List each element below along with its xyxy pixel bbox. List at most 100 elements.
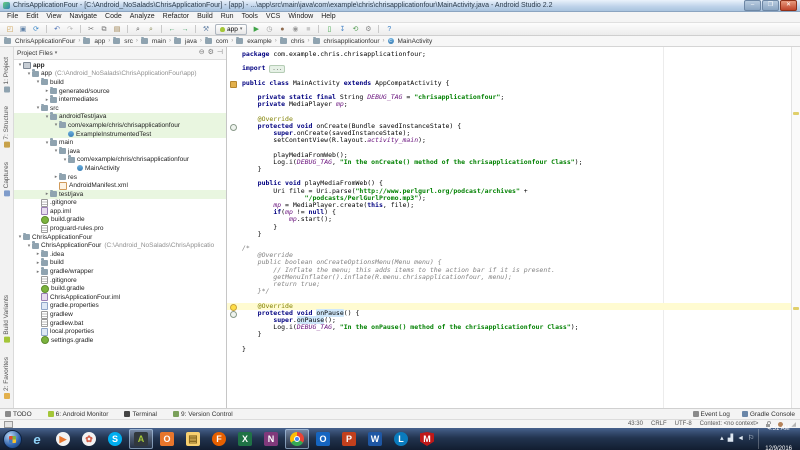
hide-panel-icon[interactable]: ⊣ xyxy=(217,48,223,58)
undo-icon[interactable]: ↶ xyxy=(51,24,63,35)
save-all-icon[interactable]: ▣ xyxy=(17,24,29,35)
volume-icon[interactable]: ◄ xyxy=(737,429,744,449)
breadcrumb-chrisapplicationfour[interactable]: ChrisApplicationFour xyxy=(4,36,75,45)
close-button[interactable]: ✕ xyxy=(780,0,797,11)
tool-button-gradle-console[interactable]: Gradle Console xyxy=(741,411,795,418)
make-project-icon[interactable]: ⚒ xyxy=(200,24,212,35)
menu-tools[interactable]: Tools xyxy=(238,12,262,22)
tree-row-intermediates[interactable]: ▸ intermediates xyxy=(14,95,226,104)
tree-row-proguard-rules-pro[interactable]: proguard-rules.pro xyxy=(14,224,226,233)
gradle-sync-icon[interactable]: ⟲ xyxy=(349,24,361,35)
breadcrumb-main[interactable]: main xyxy=(140,36,166,45)
tool-window-toggle-icon[interactable] xyxy=(4,420,13,428)
taskbar-slot-onenote-icon[interactable]: N xyxy=(259,429,283,449)
taskbar-slot-file-explorer-icon[interactable]: ▤ xyxy=(181,429,205,449)
taskbar-slot-excel-icon[interactable]: X xyxy=(233,429,257,449)
help-icon[interactable]: ? xyxy=(383,24,395,35)
breadcrumb-example[interactable]: example xyxy=(236,36,272,45)
tree-row-idea[interactable]: ▸ .idea xyxy=(14,249,226,259)
tree-row-chrisapplicationfour[interactable]: ▾ ChrisApplicationFour (C:\Android_NoSalad… xyxy=(14,241,226,250)
tree-row-app[interactable]: ▾ app xyxy=(14,61,226,70)
open-icon[interactable]: ◰ xyxy=(4,24,16,35)
tree-row-build-gradle[interactable]: build.gradle xyxy=(14,215,226,225)
taskbar-slot-firefox-icon[interactable]: F xyxy=(207,429,231,449)
context-indicator[interactable]: Context: <no context> xyxy=(700,421,759,427)
menu-help[interactable]: Help xyxy=(317,12,339,22)
caret-position[interactable]: 43:30 xyxy=(628,421,643,427)
tree-row-app[interactable]: ▾ app (C:\Android_NoSalads\ChrisApplicatio… xyxy=(14,69,226,79)
taskbar-slot-powerpoint-icon[interactable]: P xyxy=(337,429,361,449)
paste-icon[interactable]: ▤ xyxy=(111,24,123,35)
menu-vcs[interactable]: VCS xyxy=(262,12,284,22)
code-editor[interactable]: package com.example.chris.chrisapplicati… xyxy=(227,47,791,408)
taskbar-slot-windows-media-player-icon[interactable]: ▶ xyxy=(51,429,75,449)
tree-row-gradle-properties[interactable]: gradle.properties xyxy=(14,301,226,311)
breadcrumb-com[interactable]: com xyxy=(204,36,228,45)
settings-gear-icon[interactable]: ⚙ xyxy=(208,48,214,58)
sdk-manager-icon[interactable]: ↧ xyxy=(336,24,348,35)
profile-icon[interactable]: ◷ xyxy=(263,24,275,35)
tree-row-build-gradle[interactable]: build.gradle xyxy=(14,284,226,293)
tool-button-event-log[interactable]: Event Log xyxy=(692,411,730,418)
tool-button-captures[interactable]: Captures xyxy=(1,162,13,197)
breadcrumb-java[interactable]: java xyxy=(173,36,197,45)
taskbar-clock[interactable]: 4:51 AM 12/9/2016 xyxy=(758,426,797,450)
taskbar-slot-word-icon[interactable]: W xyxy=(363,429,387,449)
tree-row-build[interactable]: ▾ build xyxy=(14,77,226,87)
cut-icon[interactable]: ✂ xyxy=(85,24,97,35)
project-scope-selector[interactable]: Project Files ▾ xyxy=(17,50,57,57)
avd-manager-icon[interactable]: ▯ xyxy=(323,24,335,35)
menu-analyze[interactable]: Analyze xyxy=(126,12,159,22)
tree-row-settings-gradle[interactable]: settings.gradle xyxy=(14,336,226,345)
taskbar-slot-windows-live-icon[interactable]: ✿ xyxy=(77,429,101,449)
forward-icon[interactable]: → xyxy=(179,24,191,35)
tool-button-project[interactable]: 1: Project xyxy=(1,57,13,93)
tree-row-chrisapplicationfour[interactable]: ▾ ChrisApplicationFour xyxy=(14,232,226,242)
stop-icon[interactable]: ■ xyxy=(302,24,314,35)
taskbar-slot-internet-explorer-icon[interactable]: e xyxy=(25,429,49,449)
tree-row-chrisapplicationfour-iml[interactable]: ChrisApplicationFour.iml xyxy=(14,293,226,302)
find-icon[interactable]: ⌕ xyxy=(132,24,144,35)
tree-row-gradle-wrapper[interactable]: ▸ gradle/wrapper xyxy=(14,267,226,276)
tool-button-android-monitor[interactable]: 6: Android Monitor xyxy=(47,411,108,418)
breadcrumb-src[interactable]: src xyxy=(113,36,133,45)
tree-row-res[interactable]: ▸ res xyxy=(14,172,226,182)
menu-run[interactable]: Run xyxy=(217,12,238,22)
tree-row-app-iml[interactable]: app.iml xyxy=(14,207,226,216)
project-structure-icon[interactable]: ⚙ xyxy=(362,24,374,35)
copy-icon[interactable]: ⧉ xyxy=(98,24,110,35)
run-configuration-select[interactable]: app ▾ xyxy=(215,23,248,35)
menu-refactor[interactable]: Refactor xyxy=(159,12,193,22)
menu-navigate[interactable]: Navigate xyxy=(65,12,101,22)
error-stripe-mark[interactable] xyxy=(793,306,799,310)
collapse-all-icon[interactable]: ⊖ xyxy=(199,48,205,58)
menu-edit[interactable]: Edit xyxy=(22,12,42,22)
tree-row-exampleinstrumentedtest[interactable]: ExampleInstrumentedTest xyxy=(14,129,226,139)
encoding-indicator[interactable]: UTF-8 xyxy=(675,421,692,427)
taskbar-slot-office-outlook-icon[interactable]: O xyxy=(155,429,179,449)
show-hidden-icons-chevron[interactable]: ▴ xyxy=(720,429,724,449)
tree-row-src[interactable]: ▾ src xyxy=(14,103,226,113)
network-icon[interactable]: ▟ xyxy=(728,429,733,449)
tool-button-build-variants[interactable]: Build Variants xyxy=(1,295,13,344)
tree-row-build[interactable]: ▸ build xyxy=(14,258,226,268)
tree-row-main[interactable]: ▾ main xyxy=(14,138,226,147)
coverage-icon[interactable]: ◉ xyxy=(289,24,301,35)
tool-button-terminal[interactable]: Terminal xyxy=(124,411,157,418)
tree-row-local-properties[interactable]: local.properties xyxy=(14,327,226,336)
tree-row-gradlew-bat[interactable]: gradlew.bat xyxy=(14,319,226,328)
start-button[interactable] xyxy=(3,429,22,449)
minimize-button[interactable]: – xyxy=(744,0,761,11)
tree-row-java[interactable]: ▾ java xyxy=(14,146,226,156)
taskbar-slot-mcafee-icon[interactable]: M xyxy=(415,429,439,449)
breadcrumb-chrisapplicationfour[interactable]: chrisapplicationfour xyxy=(312,36,380,45)
replace-icon[interactable]: ⌕ xyxy=(145,24,157,35)
debug-icon[interactable]: ● xyxy=(276,24,288,35)
run-icon[interactable]: ▶ xyxy=(250,24,262,35)
taskbar-slot-android-studio-icon[interactable]: A xyxy=(129,429,153,449)
taskbar-slot-outlook-icon[interactable]: O xyxy=(311,429,335,449)
menu-view[interactable]: View xyxy=(42,12,65,22)
taskbar-slot-skype-icon[interactable]: S xyxy=(103,429,127,449)
tool-button-favorites[interactable]: 2: Favorites xyxy=(1,357,13,399)
taskbar-slot-chrome-icon[interactable] xyxy=(285,429,309,449)
